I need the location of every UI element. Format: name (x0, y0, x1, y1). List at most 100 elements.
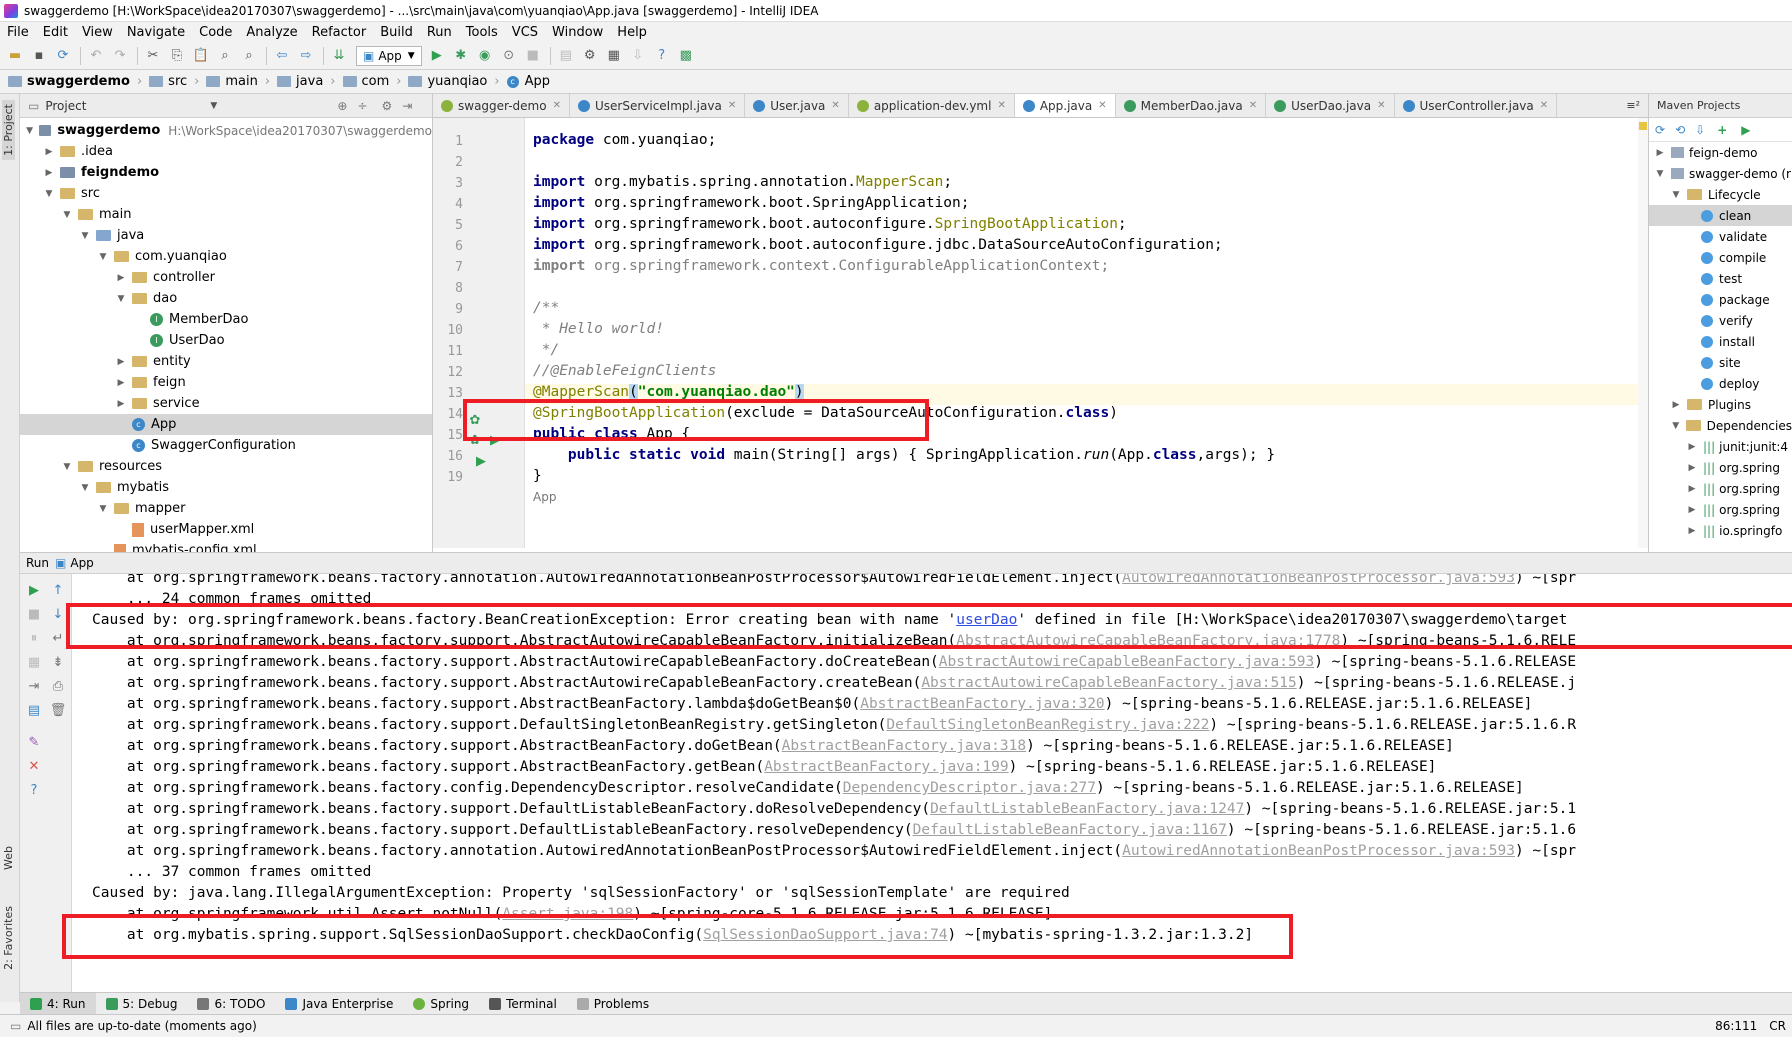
maven-item[interactable]: validate (1649, 226, 1792, 247)
build-icon[interactable]: ⇊ (328, 45, 350, 67)
close-icon[interactable]: ✕ (1540, 100, 1548, 111)
chevron-right-icon[interactable]: ▶ (42, 168, 56, 178)
breadcrumb-item[interactable]: swaggerdemo › (8, 74, 149, 89)
tree-item[interactable]: mybatis-config.xml (20, 540, 432, 552)
tab-application-dev[interactable]: application-dev.yml ✕ (849, 94, 1015, 117)
project-header-label[interactable]: Project (45, 99, 86, 113)
project-tool-tab[interactable]: 1: Project (2, 100, 15, 160)
tree-item[interactable]: I MemberDao (20, 309, 432, 330)
tab-list-menu[interactable]: ≡² (1618, 94, 1648, 117)
profile-icon[interactable]: ⊙ (498, 45, 520, 67)
open-folder-icon[interactable]: ▬ (4, 45, 26, 67)
download-icon[interactable]: ⇩ (1695, 123, 1705, 137)
code-area[interactable]: package com.yuanqiao; import org.mybatis… (525, 118, 1648, 548)
tree-item[interactable]: c SwaggerConfiguration (20, 435, 432, 456)
chevron-down-icon[interactable]: ▼ (60, 210, 74, 220)
stack-link[interactable]: AutowiredAnnotationBeanPostProcessor.jav… (1122, 574, 1515, 586)
replace-icon[interactable]: ⌕ (238, 45, 260, 67)
menu-window[interactable]: Window (545, 25, 610, 40)
menu-refactor[interactable]: Refactor (305, 25, 374, 40)
close-icon[interactable]: ✕ (1249, 100, 1257, 111)
maven-item[interactable]: ▼ Lifecycle (1649, 184, 1792, 205)
pause-icon[interactable]: ⏸ (26, 630, 42, 646)
maven-item[interactable]: ▶ ||| org.spring (1649, 457, 1792, 478)
close-icon[interactable]: ✕ (1098, 100, 1106, 111)
maven-item[interactable]: ▼ Dependencies (1649, 415, 1792, 436)
cut-icon[interactable]: ✂ (142, 45, 164, 67)
menu-help[interactable]: Help (610, 25, 654, 40)
breadcrumb-item[interactable]: java › (277, 74, 342, 89)
tab-todo[interactable]: 6: TODO (187, 993, 275, 1015)
exit-icon[interactable]: ⇥ (26, 678, 42, 694)
stack-link[interactable]: DefaultListableBeanFactory.java:1247 (930, 801, 1244, 817)
tree-item[interactable]: ▶ .idea (20, 141, 432, 162)
settings-icon[interactable]: ⚙ (579, 45, 601, 67)
stop-icon[interactable]: ■ (522, 45, 544, 67)
reimport-icon[interactable]: ⟳ (1655, 123, 1665, 137)
maven-item[interactable]: package (1649, 289, 1792, 310)
menu-navigate[interactable]: Navigate (120, 25, 192, 40)
chevron-down-icon[interactable]: ▼ (1669, 421, 1682, 431)
chevron-right-icon[interactable]: ▶ (1685, 526, 1699, 536)
tree-item[interactable]: userMapper.xml (20, 519, 432, 540)
chevron-right-icon[interactable]: ▶ (114, 273, 128, 283)
generate-sources-icon[interactable]: ⟲ (1675, 123, 1685, 137)
chevron-down-icon[interactable]: ▼ (78, 483, 92, 493)
maven-item[interactable]: deploy (1649, 373, 1792, 394)
maven-item[interactable]: ▼ swagger-demo (r (1649, 163, 1792, 184)
close-icon[interactable]: ✕ (728, 100, 736, 111)
tab-terminal[interactable]: Terminal (479, 993, 567, 1015)
close-icon[interactable]: ✕ (553, 100, 561, 111)
maven-item[interactable]: ▶ feign-demo (1649, 142, 1792, 163)
help-icon[interactable]: ? (26, 782, 42, 798)
chevron-down-icon[interactable]: ▼ (60, 462, 74, 472)
tree-item[interactable]: ▼ main (20, 204, 432, 225)
print-icon[interactable]: ⎙ (50, 678, 66, 694)
scroll-to-end-icon[interactable]: ⇟ (50, 654, 66, 670)
stack-link[interactable]: AutowiredAnnotationBeanPostProcessor.jav… (1122, 843, 1515, 859)
maven-item[interactable]: ▶ ||| io.springfo (1649, 520, 1792, 541)
menu-analyze[interactable]: Analyze (239, 25, 304, 40)
chevron-right-icon[interactable]: ▶ (1685, 484, 1699, 494)
maven-item[interactable]: verify (1649, 310, 1792, 331)
plugin-icon[interactable]: ▩ (675, 45, 697, 67)
soft-wrap-icon[interactable]: ↵ (50, 630, 66, 646)
scroll-down-icon[interactable]: ↓ (50, 606, 66, 622)
stop-icon[interactable]: ■ (26, 606, 42, 622)
stack-link[interactable]: AbstractAutowireCapableBeanFactory.java:… (939, 654, 1314, 670)
tree-item[interactable]: ▶ service (20, 393, 432, 414)
pin-icon[interactable]: ✎ (26, 734, 42, 750)
stack-link[interactable]: AbstractAutowireCapableBeanFactory.java:… (921, 675, 1296, 691)
tree-item[interactable]: ▶ controller (20, 267, 432, 288)
gear-icon[interactable]: ⚙ (381, 99, 392, 113)
chevron-down-icon[interactable]: ▼ (96, 504, 110, 514)
help-icon[interactable]: ? (651, 45, 673, 67)
tab-problems[interactable]: Problems (567, 993, 659, 1015)
menu-run[interactable]: Run (420, 25, 459, 40)
layout-icon[interactable]: ▤ (26, 702, 42, 718)
tree-item[interactable]: ▼ dao (20, 288, 432, 309)
tree-item-selected[interactable]: c App (20, 414, 432, 435)
tree-item[interactable]: ▼ src (20, 183, 432, 204)
stack-link[interactable]: DefaultListableBeanFactory.java:1167 (913, 822, 1227, 838)
hide-panel-icon[interactable]: ⇥ (402, 99, 412, 113)
scroll-up-icon[interactable]: ↑ (50, 582, 66, 598)
collapse-all-icon[interactable]: ÷ (357, 99, 367, 113)
structure-icon[interactable]: ▤ (555, 45, 577, 67)
run-gutter-icon[interactable]: ▶ (473, 453, 489, 469)
chevron-right-icon[interactable]: ▶ (114, 399, 128, 409)
tab-memberdao[interactable]: MemberDao.java ✕ (1116, 94, 1267, 117)
chevron-right-icon[interactable]: ▶ (114, 357, 128, 367)
coverage-icon[interactable]: ◉ (474, 45, 496, 67)
breadcrumb-item[interactable]: com › (342, 74, 409, 89)
tree-item[interactable]: ▼ com.yuanqiao (20, 246, 432, 267)
maven-item[interactable]: compile (1649, 247, 1792, 268)
tree-item[interactable]: I UserDao (20, 330, 432, 351)
tab-user[interactable]: User.java ✕ (745, 94, 849, 117)
chevron-right-icon[interactable]: ▶ (114, 378, 128, 388)
tab-app[interactable]: App.java ✕ (1014, 94, 1116, 117)
close-icon[interactable]: ✕ (997, 100, 1005, 111)
chevron-down-icon[interactable]: ▼ (24, 126, 35, 136)
sdk-icon[interactable]: ⇩ (627, 45, 649, 67)
menu-vcs[interactable]: VCS (505, 25, 545, 40)
